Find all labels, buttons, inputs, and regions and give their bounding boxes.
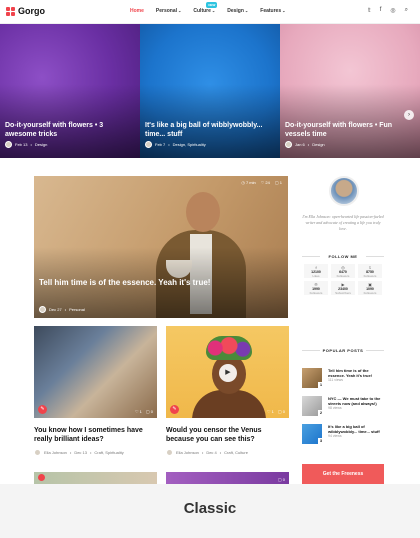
follow-facebook[interactable]: f 12100 Likes xyxy=(304,264,328,278)
post-card-title[interactable]: You know how I sometimes have really bri… xyxy=(34,426,159,444)
nav-item-features[interactable]: Features⌄ xyxy=(260,8,285,14)
popular-post[interactable]: 2 NYC — We must take to the streets now … xyxy=(302,396,384,418)
post-card-meta: Ella Johnson • Dec 13 • Craft, Spirituality xyxy=(34,449,124,456)
slide-meta: Feb 7 • Design, Spirituality xyxy=(145,141,206,148)
post-stats: ◷ 7 min ♡ 24 ▢ 1 xyxy=(241,180,282,185)
featured-title[interactable]: Tell him time is of the essence. Yeah it… xyxy=(39,278,219,288)
post-card-title[interactable]: Would you censor the Venus because you c… xyxy=(166,426,291,444)
post-stats: ♡ 1 ▢ 0 xyxy=(135,409,153,414)
comment-icon[interactable]: ▢ 0 xyxy=(278,409,285,414)
post-stats: ♡ 1 ▢ 0 xyxy=(267,409,285,414)
site-name: Gorgo xyxy=(18,6,45,16)
comment-icon[interactable]: ▢ 1 xyxy=(275,180,282,185)
follow-twitter[interactable]: 𝕥 8750 Followers xyxy=(358,264,382,278)
category-icon: ✎ xyxy=(38,405,47,414)
category-icon xyxy=(38,474,45,481)
slide-3[interactable]: Do-it-yourself with flowers • Fun vessel… xyxy=(280,24,420,158)
follow-grid: f 12100 Likes ◎ 6470 Followers 𝕥 8750 Follower… xyxy=(302,264,384,295)
avatar xyxy=(34,449,41,456)
follow-title: FOLLOW ME xyxy=(302,254,384,259)
slide-2[interactable]: It's like a big ball of wibblywobbly... … xyxy=(140,24,280,158)
comment-icon[interactable]: ▢ 0 xyxy=(278,477,285,482)
avatar xyxy=(145,141,152,148)
heart-icon[interactable]: ♡ 24 xyxy=(261,180,270,185)
theme-preview: Gorgo Home Personal⌄ NEW Culture⌄ Design⌄… xyxy=(0,0,420,484)
clock-icon: ◷ 7 min xyxy=(241,180,256,185)
post-card-meta: Ella Johnson • Dec 4 • Craft, Culture xyxy=(166,449,248,456)
slider-next-icon[interactable]: › xyxy=(404,110,414,120)
avatar xyxy=(285,141,292,148)
search-icon[interactable]: ⌕ xyxy=(405,7,408,14)
post-stats: ▢ 0 xyxy=(278,477,285,482)
post-card-image[interactable]: ▢ 0 xyxy=(166,472,289,484)
slide-1[interactable]: Do-it-yourself with flowers • 3 awesome … xyxy=(0,24,140,158)
header-social: 𝕥 f ◎ ⌕ xyxy=(368,7,408,14)
author-avatar xyxy=(329,176,359,206)
avatar xyxy=(39,306,46,313)
follow-pinterest[interactable]: ℗ 1990 Followers xyxy=(304,281,328,295)
comment-icon[interactable]: ▢ 0 xyxy=(146,409,153,414)
popular-post[interactable]: 3 It's like a big ball of wibblywobbly..… xyxy=(302,424,384,446)
nav-item-home[interactable]: Home xyxy=(130,8,144,14)
play-icon[interactable]: ▶ xyxy=(219,364,237,382)
chevron-down-icon: ⌄ xyxy=(244,8,249,13)
post-card-image[interactable]: ▶ ✎ ♡ 1 ▢ 0 xyxy=(166,326,289,418)
twitter-icon[interactable]: 𝕥 xyxy=(368,7,371,14)
popular-title: POPULAR POSTS xyxy=(302,348,384,353)
avatar xyxy=(5,141,12,148)
featured-post[interactable]: ◷ 7 min ♡ 24 ▢ 1 Tell him time is of the… xyxy=(34,176,288,318)
hero-slider: Do-it-yourself with flowers • 3 awesome … xyxy=(0,24,420,158)
post-card-image[interactable] xyxy=(34,472,157,484)
main-nav: Home Personal⌄ NEW Culture⌄ Design⌄ Featu… xyxy=(130,2,285,14)
category-icon: ✎ xyxy=(170,405,179,414)
follow-youtube[interactable]: ▶ 23400 Subscribers xyxy=(331,281,355,295)
slide-meta: Jan 6 • Design xyxy=(285,141,325,148)
chevron-down-icon: ⌄ xyxy=(211,8,216,13)
about-text: I'm Ella Johnson: open-hearted life pass… xyxy=(302,214,384,231)
logo-mark-icon xyxy=(6,6,15,16)
slide-meta: Feb 13 • Design xyxy=(5,141,47,148)
chevron-down-icon: ⌄ xyxy=(178,8,182,13)
slide-title[interactable]: Do-it-yourself with flowers • Fun vessel… xyxy=(285,122,415,139)
facebook-icon[interactable]: f xyxy=(380,7,382,14)
nav-item-personal[interactable]: Personal⌄ xyxy=(156,8,181,14)
cta-button[interactable]: Get the Freeness xyxy=(302,464,384,484)
new-badge: NEW xyxy=(206,2,218,8)
site-header: Gorgo Home Personal⌄ NEW Culture⌄ Design⌄… xyxy=(0,0,420,24)
slide-title[interactable]: It's like a big ball of wibblywobbly... … xyxy=(145,122,275,139)
chevron-down-icon: ⌄ xyxy=(282,8,286,13)
featured-meta: Dec 27 • Personal xyxy=(39,306,85,313)
avatar xyxy=(166,449,173,456)
nav-item-culture[interactable]: NEW Culture⌄ xyxy=(193,2,218,14)
heart-icon[interactable]: ♡ 1 xyxy=(135,409,142,414)
nav-item-design[interactable]: Design⌄ xyxy=(227,8,248,14)
post-card-image[interactable]: ✎ ♡ 1 ▢ 0 xyxy=(34,326,157,418)
theme-caption: Classic xyxy=(183,500,237,517)
heart-icon[interactable]: ♡ 1 xyxy=(267,409,274,414)
slide-title[interactable]: Do-it-yourself with flowers • 3 awesome … xyxy=(5,122,135,139)
popular-post[interactable]: 1 Tell him time is of the essence. Yeah … xyxy=(302,368,384,390)
follow-twitch[interactable]: ▣ 1090 Followers xyxy=(358,281,382,295)
instagram-icon[interactable]: ◎ xyxy=(390,7,395,14)
follow-instagram[interactable]: ◎ 6470 Followers xyxy=(331,264,355,278)
site-logo[interactable]: Gorgo xyxy=(6,6,45,16)
